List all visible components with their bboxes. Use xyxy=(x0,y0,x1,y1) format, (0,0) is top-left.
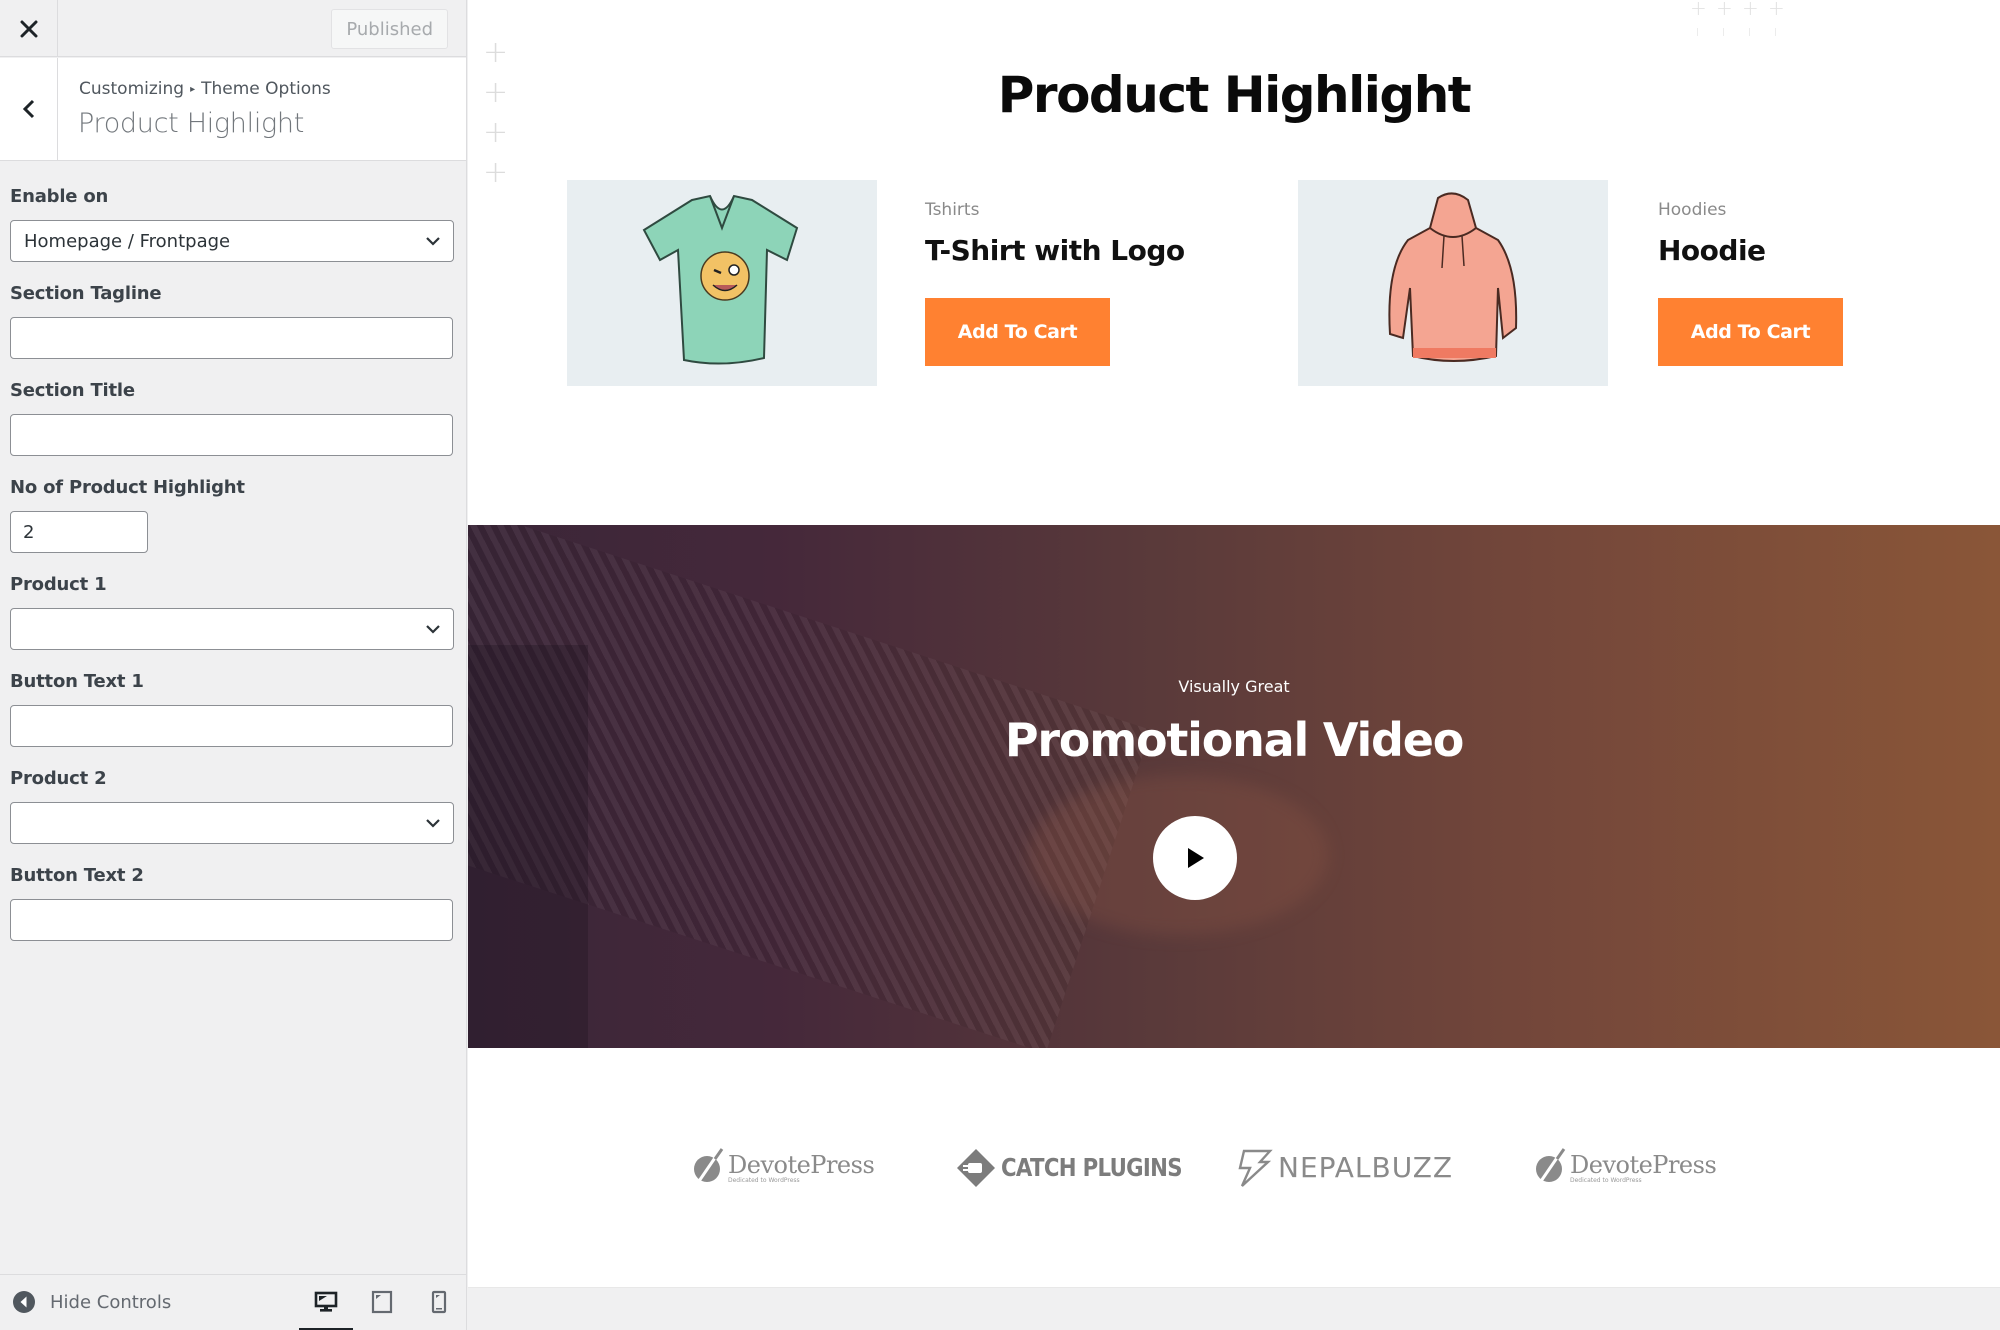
chevron-down-icon xyxy=(426,237,440,246)
logo-nepalbuzz-name: NEPALBUZZ xyxy=(1278,1151,1454,1184)
decorative-plus-icon: + xyxy=(1768,0,1785,20)
section-tagline-label: Section Tagline xyxy=(10,283,162,304)
button-text-2-input[interactable] xyxy=(10,899,453,941)
t-shirt-illustration-icon xyxy=(642,194,799,365)
control-enable-on: Enable on Homepage / Frontpage xyxy=(10,186,454,262)
enable-on-label: Enable on xyxy=(10,186,109,207)
preview-mobile-button[interactable] xyxy=(424,1287,454,1317)
back-button[interactable] xyxy=(0,58,58,160)
enable-on-value: Homepage / Frontpage xyxy=(24,230,231,252)
customizer-sidebar: Published Customizing ▸ Theme Options Prod… xyxy=(0,0,467,1330)
hoodie-illustration-icon xyxy=(1388,192,1518,362)
decorative-tick xyxy=(1749,28,1750,36)
control-no-of-product-highlight: No of Product Highlight xyxy=(10,477,454,553)
logo-devotepress-1[interactable]: DevotePress Dedicated to WordPress xyxy=(691,1145,875,1190)
promo-video-tagline: Visually Great xyxy=(1178,677,1290,696)
no-of-product-highlight-label: No of Product Highlight xyxy=(10,477,245,498)
decorative-plus-icon: + xyxy=(1716,0,1733,20)
product-2-label: Product 2 xyxy=(10,768,107,789)
breadcrumb: Customizing ▸ Theme Options xyxy=(79,79,331,99)
section-title: Product Highlight xyxy=(78,108,305,139)
customizer-footer: Hide Controls xyxy=(0,1274,466,1330)
promo-video-title: Promotional Video xyxy=(1004,713,1465,767)
nepalbuzz-logo-icon xyxy=(1238,1149,1273,1187)
desktop-icon xyxy=(314,1291,338,1312)
decorative-plus-icon: + xyxy=(483,35,509,70)
product-1-image[interactable] xyxy=(567,180,877,386)
section-title-input[interactable] xyxy=(10,414,453,456)
preview-bottom-area xyxy=(468,1287,2000,1330)
decorative-plus-icon: + xyxy=(1690,0,1707,20)
product-1-select[interactable] xyxy=(10,608,454,650)
control-product-1: Product 1 xyxy=(10,574,454,650)
product-2-select[interactable] xyxy=(10,802,454,844)
logo-catch-plugins[interactable]: CATCH PLUGINS xyxy=(956,1145,1214,1190)
preview-desktop-button[interactable] xyxy=(299,1287,353,1330)
chevron-left-icon xyxy=(22,99,34,119)
no-of-product-highlight-input[interactable] xyxy=(10,511,148,553)
logo-devotepress-name: DevotePress xyxy=(728,1151,875,1179)
control-button-text-2: Button Text 2 xyxy=(10,865,454,941)
product-2-category: Hoodies xyxy=(1658,200,1727,220)
hide-controls-button[interactable]: Hide Controls xyxy=(12,1290,171,1314)
breadcrumb-root: Customizing xyxy=(79,79,185,99)
decorative-tick xyxy=(1697,28,1698,36)
button-text-1-input[interactable] xyxy=(10,705,453,747)
product-2-add-to-cart-button[interactable]: Add To Cart xyxy=(1658,298,1843,366)
logo-devotepress-2[interactable]: DevotePress Dedicated to WordPress xyxy=(1533,1145,1717,1190)
preview-tablet-button[interactable] xyxy=(367,1287,397,1317)
chevron-down-icon xyxy=(426,625,440,634)
devotepress-logo-icon xyxy=(693,1147,724,1188)
decorative-plus-icon: + xyxy=(483,155,509,190)
product-highlight-title: Product Highlight xyxy=(997,66,1472,124)
customizer-window: Published Customizing ▸ Theme Options Prod… xyxy=(0,0,2000,1330)
close-icon xyxy=(20,20,37,37)
site-preview: + + + + + + + + Product Highlight Tshirt… xyxy=(468,0,2000,1287)
customizer-topbar: Published xyxy=(0,0,466,57)
mobile-icon xyxy=(431,1290,447,1314)
product-1-name[interactable]: T-Shirt with Logo xyxy=(925,234,1185,267)
breadcrumb-separator-icon: ▸ xyxy=(190,84,196,95)
decorative-plus-icon: + xyxy=(1742,0,1759,20)
control-button-text-1: Button Text 1 xyxy=(10,671,454,747)
hide-controls-label: Hide Controls xyxy=(50,1291,172,1313)
logo-nepalbuzz[interactable]: NEPALBUZZ xyxy=(1234,1145,1453,1190)
button-text-1-label: Button Text 1 xyxy=(10,671,144,692)
tablet-icon xyxy=(371,1290,393,1314)
logo-catch-plugins-name: CATCH PLUGINS xyxy=(1001,1153,1183,1182)
breadcrumb-parent: Theme Options xyxy=(201,79,331,99)
play-icon xyxy=(1188,848,1204,868)
controls-panel: Enable on Homepage / Frontpage Section T… xyxy=(10,186,454,962)
product-1-category: Tshirts xyxy=(925,200,980,220)
enable-on-select[interactable]: Homepage / Frontpage xyxy=(10,220,454,262)
banner-shade xyxy=(468,645,588,1048)
section-header: Customizing ▸ Theme Options Product Highli… xyxy=(0,58,466,161)
promotional-video-section: Visually Great Promotional Video xyxy=(468,525,2000,1048)
control-section-title: Section Title xyxy=(10,380,454,456)
product-2-name[interactable]: Hoodie xyxy=(1658,234,1766,267)
product-1-label: Product 1 xyxy=(10,574,107,595)
play-video-button[interactable] xyxy=(1153,816,1237,900)
decorative-tick xyxy=(1775,28,1776,36)
catch-plugins-logo-icon xyxy=(957,1148,995,1187)
control-section-tagline: Section Tagline xyxy=(10,283,454,359)
section-tagline-input[interactable] xyxy=(10,317,453,359)
logo-devotepress-name: DevotePress xyxy=(1570,1151,1717,1179)
publish-button[interactable]: Published xyxy=(331,9,448,49)
section-title-label: Section Title xyxy=(10,380,135,401)
button-text-2-label: Button Text 2 xyxy=(10,865,144,886)
decorative-tick xyxy=(1723,28,1724,36)
product-1-add-to-cart-button[interactable]: Add To Cart xyxy=(925,298,1110,366)
chevron-down-icon xyxy=(426,819,440,828)
close-customizer-button[interactable] xyxy=(0,0,58,57)
product-2-image[interactable] xyxy=(1298,180,1608,386)
control-product-2: Product 2 xyxy=(10,768,454,844)
devotepress-logo-icon xyxy=(1535,1147,1566,1188)
collapse-arrow-icon xyxy=(13,1291,35,1313)
